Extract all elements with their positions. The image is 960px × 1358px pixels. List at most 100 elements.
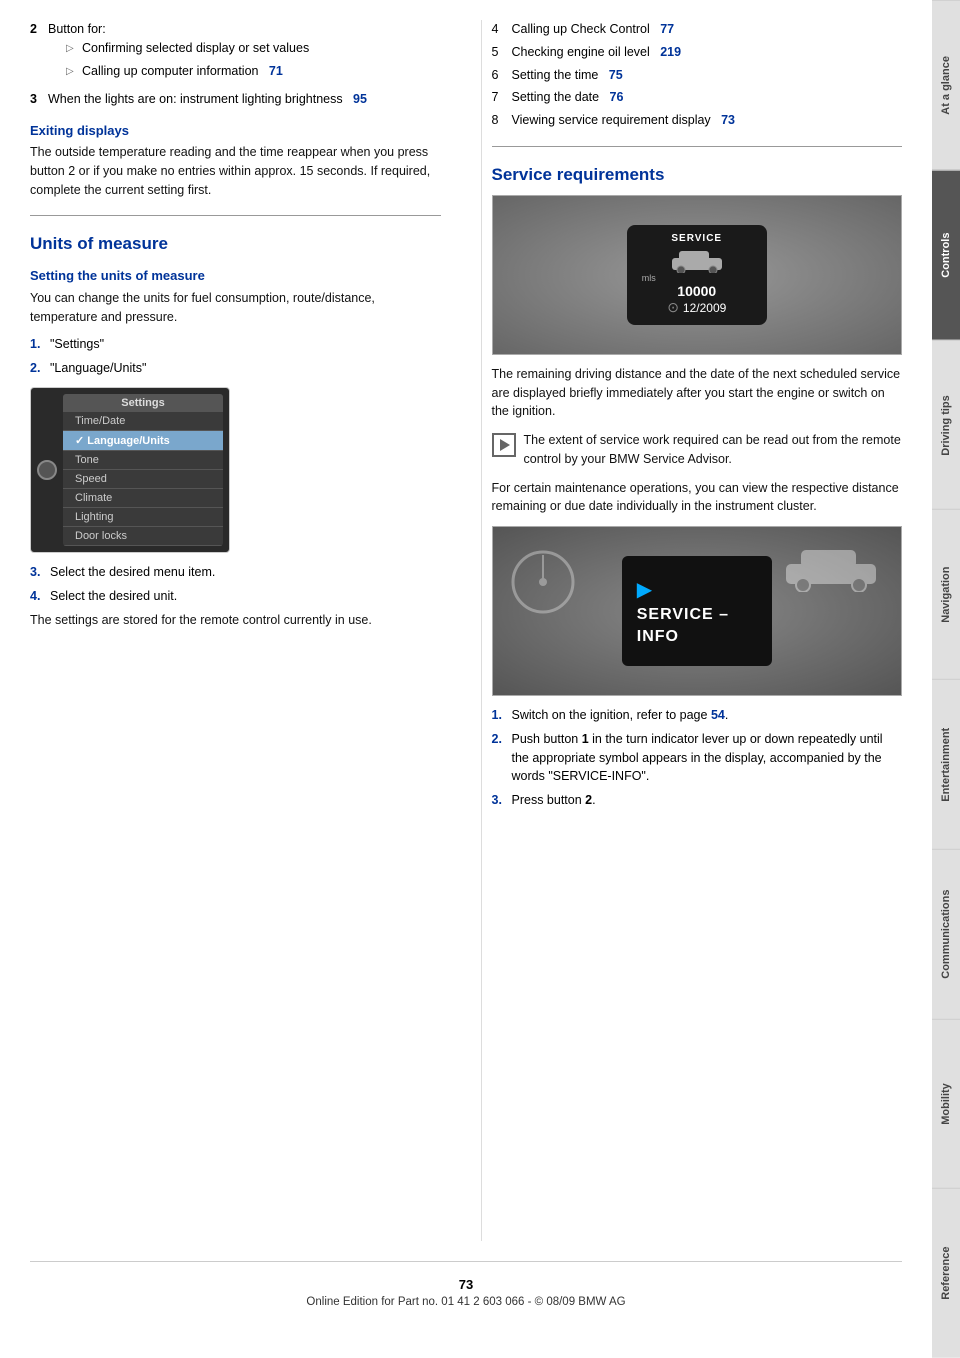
item-2-label: Button for:: [48, 22, 106, 36]
top-right-list: 4 Calling up Check Control 77 5 Checking…: [492, 20, 903, 130]
service-info-line1: SERVICE –: [637, 606, 729, 624]
right-divider: [492, 146, 903, 147]
info-box-2-text: For certain maintenance operations, you …: [492, 479, 903, 517]
step-4-text: Select the desired unit.: [50, 587, 177, 606]
units-of-measure-title: Units of measure: [30, 234, 441, 254]
mls-label: mls: [627, 273, 767, 283]
car-icon: [667, 248, 727, 273]
item-6-text: Setting the time 75: [512, 66, 623, 85]
item-7-number: 7: [492, 88, 512, 107]
item-4-text: Calling up Check Control 77: [512, 20, 675, 39]
service-date: 12/2009: [683, 301, 726, 315]
step-4: 4. Select the desired unit.: [30, 587, 441, 606]
page-footer: 73 Online Edition for Part no. 01 41 2 6…: [30, 1261, 902, 1318]
item-8-text: Viewing service requirement display 73: [512, 111, 736, 130]
service-info-arrow: ▶: [637, 577, 652, 602]
service-step-2-text: Push button 1 in the turn indicator leve…: [512, 730, 903, 786]
step-3: 3. Select the desired menu item.: [30, 563, 441, 582]
closing-text: The settings are stored for the remote c…: [30, 611, 441, 630]
menu-item-door-locks: Door locks: [63, 527, 223, 546]
step-2-text: "Language/Units": [50, 359, 146, 378]
menu-item-lighting: Lighting: [63, 508, 223, 527]
right-item-5: 5 Checking engine oil level 219: [492, 43, 903, 62]
play-icon-box-1: [492, 433, 516, 457]
tab-reference[interactable]: Reference: [932, 1188, 960, 1358]
units-of-measure-section: Units of measure Setting the units of me…: [30, 234, 441, 629]
service-display-screen: SERVICE mls 10000: [627, 225, 767, 325]
menu-item-speed: Speed: [63, 470, 223, 489]
service-step-1-number: 1.: [492, 706, 512, 725]
right-item-7: 7 Setting the date 76: [492, 88, 903, 107]
tab-communications[interactable]: Communications: [932, 849, 960, 1019]
right-item-8: 8 Viewing service requirement display 73: [492, 111, 903, 130]
service-step-1: 1. Switch on the ignition, refer to page…: [492, 706, 903, 725]
item-5-text: Checking engine oil level 219: [512, 43, 682, 62]
settings-header: Settings: [63, 394, 223, 412]
step-2-number: 2.: [30, 359, 50, 378]
play-icon-1: [500, 439, 510, 451]
step-1-number: 1.: [30, 335, 50, 354]
tab-entertainment[interactable]: Entertainment: [932, 679, 960, 849]
units-description: You can change the units for fuel consum…: [30, 289, 441, 327]
step-2: 2. "Language/Units": [30, 359, 441, 378]
service-label: SERVICE: [671, 233, 722, 244]
step-1-text: "Settings": [50, 335, 104, 354]
service-mileage: 10000: [677, 283, 716, 299]
sub-item-1-text: Confirming selected display or set value…: [82, 39, 309, 58]
page-number: 73: [30, 1277, 902, 1292]
sub-bullet-1: ▷ Confirming selected display or set val…: [66, 39, 441, 58]
service-info-image: ▶ SERVICE – INFO: [492, 526, 903, 696]
service-step-3: 3. Press button 2.: [492, 791, 903, 810]
item-7-text: Setting the date 76: [512, 88, 624, 107]
service-requirements-section: Service requirements SERVICE: [492, 165, 903, 810]
menu-item-time-date: Time/Date: [63, 412, 223, 431]
info-box-1-text: The extent of service work required can …: [524, 431, 903, 469]
settings-menu: Settings Time/Date Language/Units Tone S…: [63, 394, 223, 546]
service-display-image: SERVICE mls 10000: [492, 195, 903, 355]
side-tabs: At a glance Controls Driving tips Naviga…: [932, 0, 960, 1358]
service-info-line2: INFO: [637, 628, 679, 646]
tab-controls[interactable]: Controls: [932, 170, 960, 340]
service-step-1-text: Switch on the ignition, refer to page 54…: [512, 706, 729, 725]
item-6-number: 6: [492, 66, 512, 85]
settings-screenshot: Settings Time/Date Language/Units Tone S…: [30, 387, 230, 553]
menu-item-climate: Climate: [63, 489, 223, 508]
arrow-icon-1: ▷: [66, 41, 82, 58]
settings-knob: [37, 460, 57, 480]
tab-driving-tips[interactable]: Driving tips: [932, 340, 960, 510]
service-step-3-number: 3.: [492, 791, 512, 810]
intro-item-2: 2 Button for: ▷ Confirming selected disp…: [30, 20, 441, 84]
right-item-4: 4 Calling up Check Control 77: [492, 20, 903, 39]
step-3-text: Select the desired menu item.: [50, 563, 215, 582]
tab-navigation[interactable]: Navigation: [932, 509, 960, 679]
item-4-number: 4: [492, 20, 512, 39]
item-3-text: When the lights are on: instrument light…: [48, 92, 367, 106]
menu-item-tone: Tone: [63, 451, 223, 470]
right-item-6: 6 Setting the time 75: [492, 66, 903, 85]
service-step-3-text: Press button 2.: [512, 791, 596, 810]
exiting-displays-section: Exiting displays The outside temperature…: [30, 123, 441, 199]
step-3-number: 3.: [30, 563, 50, 582]
sub-item-2-text: Calling up computer information 71: [82, 62, 283, 81]
sub-bullet-2: ▷ Calling up computer information 71: [66, 62, 441, 81]
item-5-number: 5: [492, 43, 512, 62]
tab-mobility[interactable]: Mobility: [932, 1019, 960, 1189]
item-number-2: 2: [30, 20, 48, 84]
item-number-3: 3: [30, 90, 48, 109]
step-4-number: 4.: [30, 587, 50, 606]
exiting-displays-title: Exiting displays: [30, 123, 441, 138]
setting-units-subtitle: Setting the units of measure: [30, 268, 441, 283]
car-silhouette-icon: [781, 542, 881, 592]
menu-item-language-units: Language/Units: [63, 431, 223, 451]
exiting-displays-text: The outside temperature reading and the …: [30, 143, 441, 199]
tab-at-a-glance[interactable]: At a glance: [932, 0, 960, 170]
service-info-panel: ▶ SERVICE – INFO: [622, 556, 772, 666]
service-step-2-number: 2.: [492, 730, 512, 786]
service-description: The remaining driving distance and the d…: [492, 365, 903, 421]
footer-text: Online Edition for Part no. 01 41 2 603 …: [30, 1296, 902, 1308]
gauge-icon: [508, 547, 578, 617]
intro-item-3: 3 When the lights are on: instrument lig…: [30, 90, 441, 109]
step-1: 1. "Settings": [30, 335, 441, 354]
item-8-number: 8: [492, 111, 512, 130]
section-divider: [30, 215, 441, 216]
